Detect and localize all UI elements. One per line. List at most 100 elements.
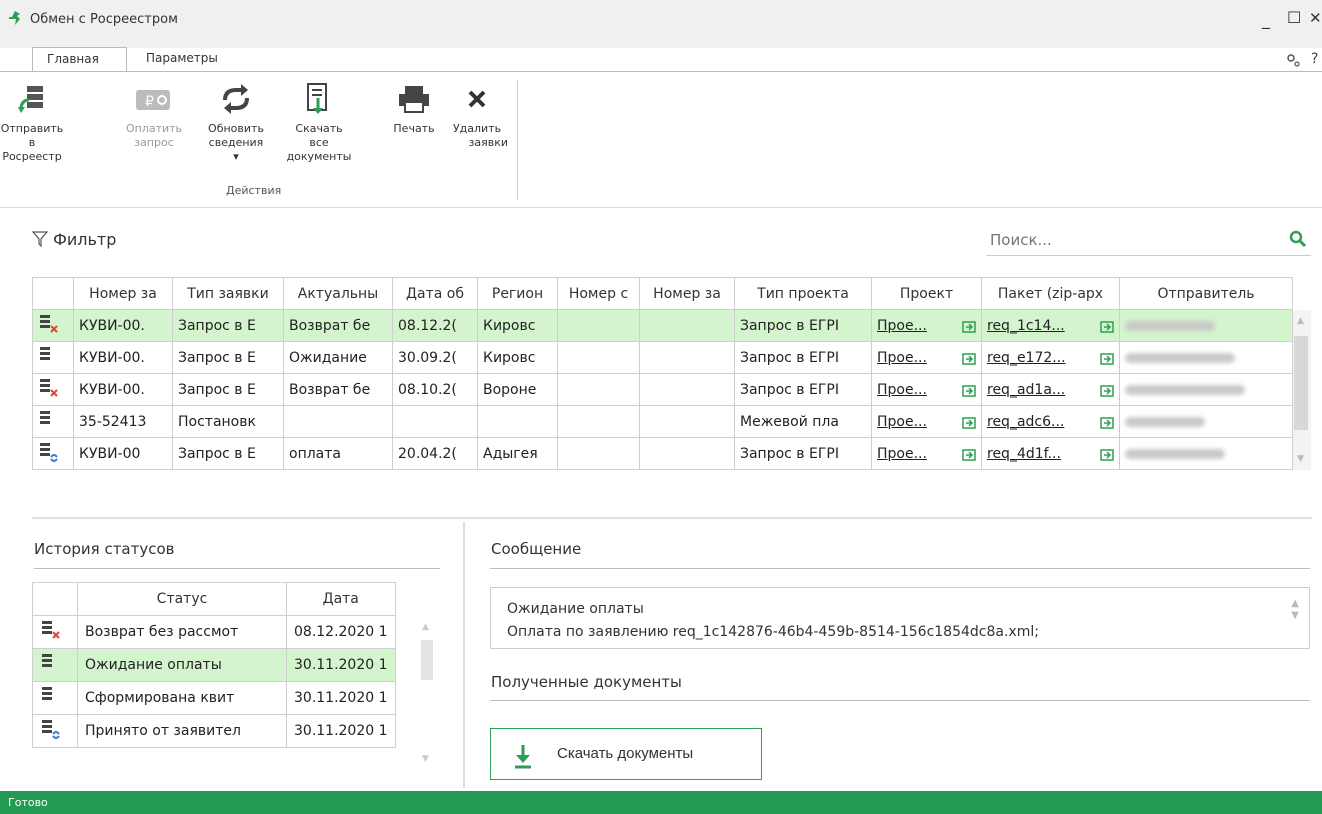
tab-main[interactable]: Главная	[32, 47, 127, 72]
col-header-type[interactable]: Тип заявки	[172, 277, 284, 310]
table-row[interactable]: КУВИ-00. Запрос в Е Возврат бе 08.12.2(Киро…	[32, 309, 1293, 342]
sender-name-redacted	[1125, 352, 1235, 363]
status-rejected-icon	[38, 314, 60, 339]
table-row[interactable]: КУВИ-00. Запрос в Е Ожидание 30.09.2(Кировс…	[32, 341, 1293, 374]
history-row[interactable]: Ожидание оплаты 30.11.2020 1	[32, 648, 396, 682]
refresh-info-button[interactable]: Обновить сведения ▾	[205, 82, 267, 164]
delete-button-label-2: заявки	[468, 136, 508, 149]
status-sync-icon	[40, 720, 62, 744]
col-header-project[interactable]: Проект	[871, 277, 982, 310]
package-link[interactable]: req_adc6...	[987, 414, 1064, 430]
cell-region	[477, 405, 558, 438]
cell-type: Запрос в Е	[172, 437, 284, 470]
cell-project: Прое...	[871, 309, 982, 342]
search-icon[interactable]	[1289, 230, 1307, 248]
history-cell-date: 08.12.2020 1	[286, 615, 396, 649]
col-header-region[interactable]: Регион	[477, 277, 558, 310]
funnel-icon	[31, 231, 49, 248]
cell-type: Запрос в Е	[172, 373, 284, 406]
project-link[interactable]: Прое...	[877, 382, 927, 398]
cell-project-type: Межевой пла	[734, 405, 872, 438]
col-header-project-type[interactable]: Тип проекта	[734, 277, 872, 310]
documents-title-divider	[490, 700, 1310, 701]
cell-date: 30.09.2(	[392, 341, 478, 374]
history-row[interactable]: Сформирована квит 30.11.2020 1	[32, 681, 396, 715]
settings-gear-icon[interactable]	[1286, 53, 1300, 67]
project-link[interactable]: Прое...	[877, 446, 927, 462]
search-input[interactable]	[986, 226, 1266, 254]
cell-project-type: Запрос в ЕГРІ	[734, 309, 872, 342]
history-cell-date: 30.11.2020 1	[286, 648, 396, 682]
col-header-number-2[interactable]: Номер с	[557, 277, 640, 310]
cell-project-type: Запрос в ЕГРІ	[734, 341, 872, 374]
col-header-date[interactable]: Дата об	[392, 277, 478, 310]
download-arrow-icon	[515, 745, 531, 769]
message-box[interactable]: Ожидание оплаты Оплата по заявлению req_…	[490, 587, 1310, 649]
send-to-rosreestr-button[interactable]: Отправить в Росреестр	[0, 82, 64, 164]
cell-project-type: Запрос в ЕГРІ	[734, 437, 872, 470]
requests-table: Номер за Тип заявки Актуальны Дата об Ре…	[32, 277, 1293, 470]
package-link[interactable]: req_e172...	[987, 350, 1066, 366]
row-status-cell	[32, 341, 74, 374]
cell-package: req_ad1a...	[981, 373, 1120, 406]
row-status-cell	[32, 405, 74, 438]
maximize-button[interactable]: ☐	[1287, 8, 1301, 27]
download-all-documents-button[interactable]: Скачать все документы	[286, 82, 352, 164]
requests-scrollbar[interactable]: ▲ ▼	[1293, 310, 1311, 470]
project-link[interactable]: Прое...	[877, 318, 927, 334]
vertical-splitter[interactable]	[463, 522, 465, 788]
horizontal-splitter[interactable]	[32, 517, 1312, 519]
status-sync-icon	[38, 442, 60, 467]
print-button[interactable]: Печать	[389, 82, 439, 136]
close-button[interactable]: ✕	[1309, 9, 1322, 27]
history-scrollbar[interactable]: ▲ ▼	[418, 616, 436, 766]
table-row[interactable]: КУВИ-00. Запрос в Е Возврат бе 08.10.2(Воро…	[32, 373, 1293, 406]
table-row[interactable]: КУВИ-00 Запрос в Еоплата 20.04.2(Адыгея Зап…	[32, 437, 1293, 470]
cell-type: Запрос в Е	[172, 309, 284, 342]
package-link[interactable]: req_ad1a...	[987, 382, 1065, 398]
cell-number-3	[639, 437, 735, 470]
cell-project: Прое...	[871, 373, 982, 406]
minimize-button[interactable]: _	[1262, 10, 1270, 29]
history-col-date[interactable]: Дата	[286, 582, 396, 616]
delete-requests-button[interactable]: Удалить заявки	[446, 82, 508, 150]
history-cell-status: Принято от заявител	[77, 714, 287, 748]
project-link[interactable]: Прое...	[877, 350, 927, 366]
printer-icon	[399, 86, 429, 113]
cell-number-3	[639, 341, 735, 374]
history-row[interactable]: Возврат без рассмот 08.12.2020 1	[32, 615, 396, 649]
history-status-cell	[32, 648, 78, 682]
pay-request-button[interactable]: ₽ Оплатить запрос	[124, 82, 184, 150]
history-title-divider	[34, 568, 440, 569]
message-scroll-arrows[interactable]: ▲ ▼	[1291, 598, 1299, 622]
package-link[interactable]: req_4d1f...	[987, 446, 1061, 462]
status-document-icon	[38, 346, 60, 371]
cell-number: КУВИ-00.	[73, 341, 173, 374]
history-col-status[interactable]: Статус	[77, 582, 287, 616]
message-title-divider	[490, 568, 1310, 569]
cell-region: Адыгея	[477, 437, 558, 470]
filter-toggle[interactable]: Фильтр	[31, 230, 116, 249]
cell-number: 35-52413	[73, 405, 173, 438]
col-header-number-3[interactable]: Номер за	[639, 277, 735, 310]
requests-scrollbar-thumb[interactable]	[1294, 336, 1308, 430]
cell-project: Прое...	[871, 437, 982, 470]
history-cell-status: Сформирована квит	[77, 681, 287, 715]
col-header-package[interactable]: Пакет (zip-арх	[981, 277, 1120, 310]
cell-number-2	[557, 437, 640, 470]
download-documents-button[interactable]: Скачать документы	[490, 728, 762, 780]
history-scrollbar-thumb[interactable]	[421, 640, 433, 680]
package-link[interactable]: req_1c14...	[987, 318, 1065, 334]
history-row[interactable]: Принято от заявител 30.11.2020 1	[32, 714, 396, 748]
cell-date: 08.10.2(	[392, 373, 478, 406]
tab-parameters[interactable]: Параметры	[132, 47, 232, 71]
col-header-number[interactable]: Номер за	[73, 277, 173, 310]
project-link[interactable]: Прое...	[877, 414, 927, 430]
col-header-status[interactable]: Актуальны	[283, 277, 393, 310]
history-col-icon	[32, 582, 78, 616]
table-row[interactable]: 35-52413 Постановк Межевой пла Прое... req_a…	[32, 405, 1293, 438]
refresh-icon	[223, 84, 249, 114]
col-header-sender[interactable]: Отправитель	[1119, 277, 1293, 310]
help-icon[interactable]: ?	[1311, 51, 1318, 67]
cell-status: Возврат бе	[283, 373, 393, 406]
